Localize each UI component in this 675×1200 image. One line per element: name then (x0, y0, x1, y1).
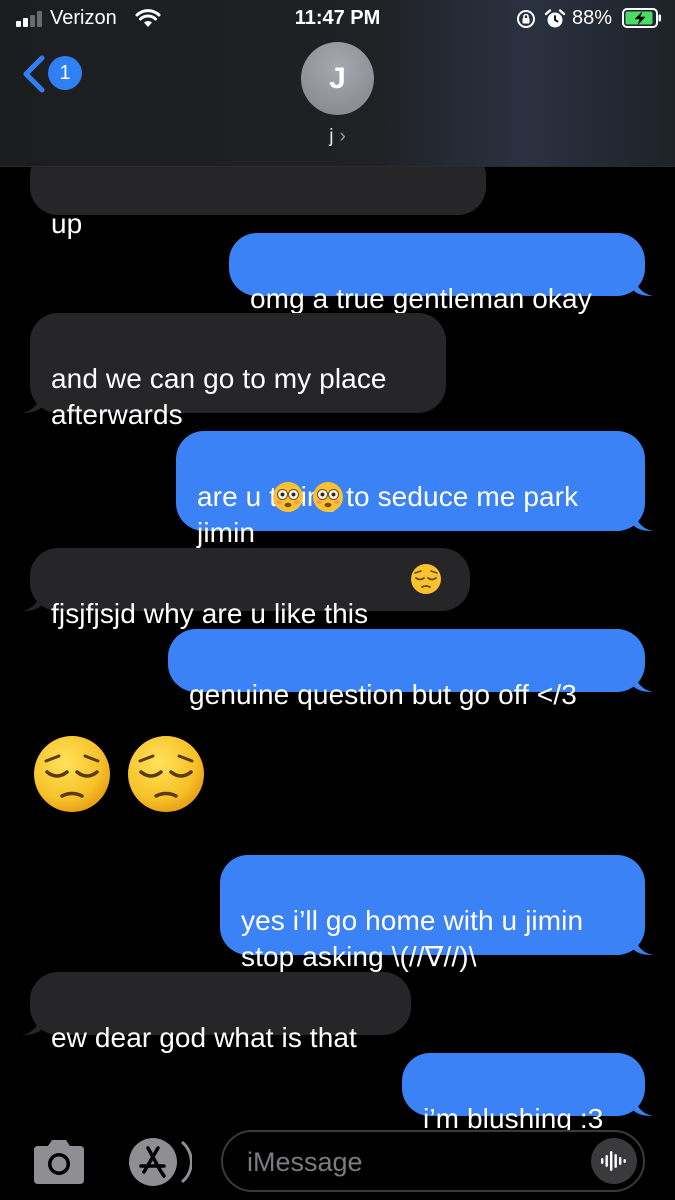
audio-message-button[interactable] (591, 1138, 637, 1184)
message-text: ew dear god what is that (51, 1022, 357, 1053)
unread-count-badge: 1 (48, 56, 82, 90)
message-text: up (51, 208, 83, 239)
message-text: and we can go to my place afterwards (51, 363, 387, 430)
message-text: omg a true gentleman okay (250, 283, 592, 314)
message-text: genuine question but go off </3 (189, 679, 577, 710)
message-received[interactable]: and we can go to my place afterwards (22, 313, 446, 430)
message-text: are u trying to seduce me park jimin (197, 481, 579, 548)
conversation-header: Verizon 11:47 PM 88% 1 J j › (0, 0, 675, 167)
battery-percent: 88% (572, 7, 613, 29)
contact-avatar[interactable]: J (301, 42, 374, 115)
bubble-tail (633, 511, 653, 531)
bubble-tail (22, 393, 42, 413)
pensive-face-emoji[interactable] (126, 734, 206, 814)
bubble-tail (633, 672, 653, 692)
contact-name-button[interactable]: j › (0, 126, 675, 148)
message-sent[interactable]: omg a true gentleman okay (229, 233, 653, 314)
message-received[interactable]: ew dear god what is that (22, 972, 411, 1053)
contact-name: j (329, 126, 334, 147)
message-sent[interactable]: genuine question but go off </3 (168, 629, 653, 710)
camera-icon[interactable] (30, 1138, 88, 1186)
bubble-tail (633, 276, 653, 296)
bubble-tail (633, 1096, 653, 1116)
pensive-face-emoji[interactable] (32, 734, 112, 814)
message-text: fjsjfjsjd why are u like this (51, 598, 369, 629)
bubble-tail (633, 935, 653, 955)
back-button[interactable]: 1 (18, 54, 84, 94)
chevron-left-icon (23, 55, 45, 93)
message-sent[interactable]: i’m blushing :3 (402, 1053, 653, 1134)
message-compose-field[interactable] (221, 1130, 645, 1192)
alarm-icon (544, 9, 566, 28)
audio-waveform-icon (601, 1151, 626, 1171)
message-text: yes i’ll go home with u jimin stop askin… (241, 905, 584, 972)
message-sent[interactable]: are u trying to seduce me park jimin (176, 431, 653, 548)
imessage-input[interactable] (245, 1142, 579, 1182)
bubble-tail (22, 591, 42, 611)
bubble-tail (22, 1015, 42, 1035)
chevron-right-icon: › (339, 126, 346, 147)
orientation-lock-icon (517, 10, 535, 28)
message-sent[interactable]: yes i’ll go home with u jimin stop askin… (220, 855, 653, 972)
battery-charging-icon (622, 8, 661, 28)
message-received[interactable]: fjsjfjsjd why are u like this (22, 548, 470, 629)
messages-screen: Verizon 11:47 PM 88% 1 J j › up omg a tr… (0, 0, 675, 1200)
flushed-face-emoji (313, 482, 343, 512)
pensive-face-emoji (411, 564, 441, 594)
status-bar: Verizon 11:47 PM 88% (0, 0, 675, 36)
app-store-icon[interactable] (126, 1136, 192, 1188)
flushed-face-emoji (273, 482, 303, 512)
